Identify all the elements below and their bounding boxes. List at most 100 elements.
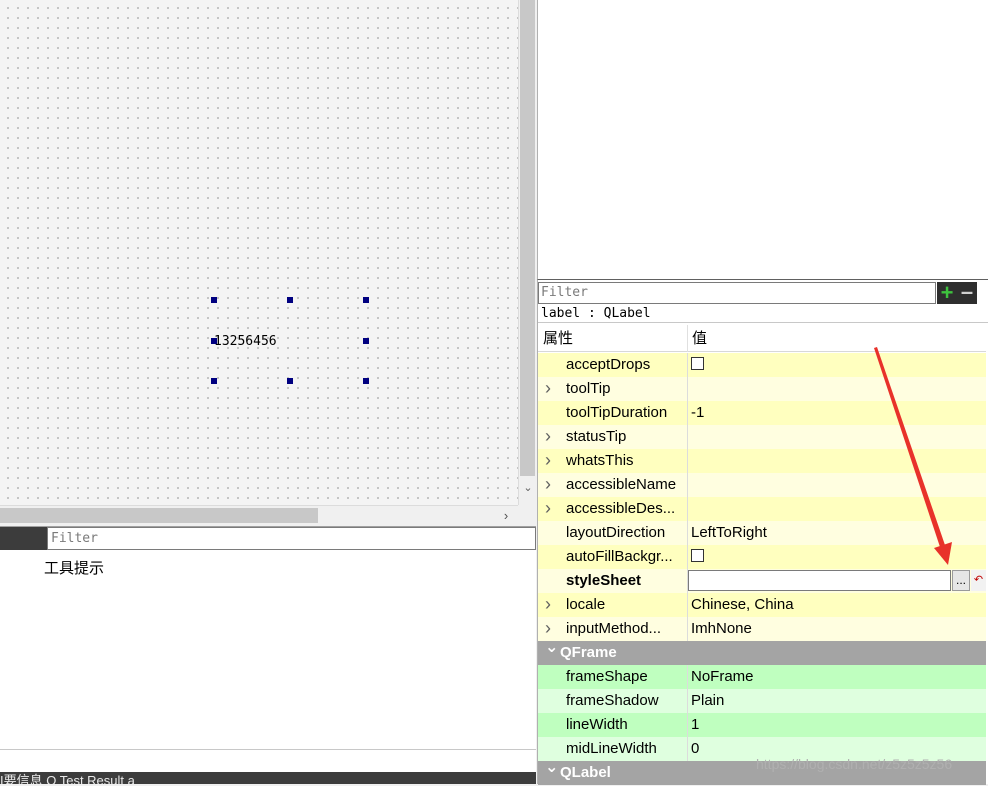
property-row[interactable]: › whatsThis [538,449,986,474]
remove-dynamic-property-icon[interactable]: – [957,281,977,304]
column-separator [687,473,688,497]
column-separator [687,665,688,689]
reset-property-icon[interactable]: ↶ [971,570,986,591]
chevron-down-icon[interactable]: ⌄ [545,760,558,776]
property-value[interactable]: 1 [691,713,699,736]
column-separator [687,401,688,425]
divider [0,749,536,750]
watermark: https://blog.csdn.net/z5z5z5z56 [756,756,953,772]
header-value[interactable]: 值 [692,325,707,352]
property-name: lineWidth [566,716,628,733]
column-separator [687,521,688,545]
object-class-label: label : QLabel [538,305,988,323]
property-name: toolTip [566,380,611,397]
column-separator [687,377,688,401]
selected-label-widget[interactable]: 13256456 [214,334,277,350]
chevron-right-icon[interactable]: › [545,497,551,520]
resize-handle-top[interactable] [287,297,293,303]
column-separator [687,737,688,761]
vertical-scroll-thumb[interactable] [520,0,535,476]
action-editor-panel: Filter 工具提示 [0,526,536,784]
scroll-down-arrow-icon[interactable]: ⌄ [519,481,537,503]
scroll-right-arrow-icon[interactable]: › [496,506,516,526]
scrollbar-corner [518,505,536,525]
property-filter-input[interactable]: Filter [538,282,936,304]
property-group-header[interactable]: ⌄ QFrame [538,640,986,666]
stylesheet-value-input[interactable] [688,570,951,591]
resize-handle-bottom-left[interactable] [211,378,217,384]
action-filter-input[interactable]: Filter [47,527,536,550]
property-value[interactable]: LeftToRight [691,521,767,544]
property-row[interactable]: › inputMethod... ImhNone [538,617,986,642]
chevron-right-icon[interactable]: › [545,377,551,400]
column-separator [687,713,688,737]
chevron-down-icon[interactable]: ⌄ [545,640,558,656]
property-row[interactable]: › statusTip [538,425,986,450]
group-name: QLabel [560,764,611,781]
property-name: accessibleName [566,476,677,493]
property-checkbox[interactable] [691,549,704,562]
property-row[interactable]: layoutDirection LeftToRight [538,521,986,546]
property-row[interactable]: frameShape NoFrame [538,665,986,690]
header-property[interactable]: 属性 [543,325,573,352]
property-value[interactable]: Chinese, China [691,593,794,616]
canvas-horizontal-scrollbar[interactable]: › [0,505,518,525]
property-name: toolTipDuration [566,404,668,421]
column-separator [687,617,688,641]
property-name: locale [566,596,606,613]
column-separator [687,497,688,521]
column-separator [687,689,688,713]
property-row[interactable]: toolTipDuration -1 [538,401,986,426]
property-checkbox[interactable] [691,357,704,370]
horizontal-scroll-thumb[interactable] [0,508,318,523]
property-name: frameShadow [566,692,659,709]
group-name: QFrame [560,644,617,661]
action-editor-toolbar [0,527,47,550]
property-editor-panel: Filter + – label : QLabel 属性 值 acceptDro… [537,279,988,786]
property-value[interactable]: 0 [691,737,699,760]
resize-handle-bottom[interactable] [287,378,293,384]
property-name: inputMethod... [566,620,662,637]
property-value[interactable]: -1 [691,401,704,424]
column-separator [687,449,688,473]
add-dynamic-property-icon[interactable]: + [937,282,957,304]
property-name: acceptDrops [566,356,651,373]
form-canvas[interactable]: 13256456 [0,0,518,505]
action-list-item[interactable]: 工具提示 [44,557,104,578]
resize-handle-bottom-right[interactable] [363,378,369,384]
property-name: styleSheet [566,572,642,589]
property-value[interactable]: Plain [691,689,724,712]
stylesheet-browse-button[interactable]: ... [952,570,970,591]
chevron-right-icon[interactable]: › [545,425,551,448]
object-inspector-panel [537,0,988,279]
property-row[interactable]: autoFillBackgr... [538,545,986,570]
property-row[interactable]: styleSheet... ↶ [538,569,986,594]
chevron-right-icon[interactable]: › [545,617,551,640]
resize-handle-top-left[interactable] [211,297,217,303]
resize-handle-right[interactable] [363,338,369,344]
property-row[interactable]: acceptDrops [538,353,986,378]
property-row[interactable]: › locale Chinese, China [538,593,986,618]
property-name: midLineWidth [566,740,657,757]
property-row[interactable]: › accessibleName [538,473,986,498]
property-value[interactable]: ImhNone [691,617,752,640]
column-separator [687,353,688,377]
property-value[interactable]: NoFrame [691,665,754,688]
chevron-right-icon[interactable]: › [545,449,551,472]
property-name: layoutDirection [566,524,666,541]
column-separator [687,545,688,569]
column-separator [687,593,688,617]
resize-handle-top-right[interactable] [363,297,369,303]
chevron-right-icon[interactable]: › [545,593,551,616]
header-separator [687,325,688,352]
property-name: frameShape [566,668,648,685]
property-row[interactable]: › toolTip [538,377,986,402]
chevron-right-icon[interactable]: › [545,473,551,496]
canvas-vertical-scrollbar[interactable]: ⌄ [518,0,536,505]
property-row[interactable]: lineWidth 1 [538,713,986,738]
property-name: whatsThis [566,452,634,469]
property-row[interactable]: › accessibleDes... [538,497,986,522]
column-separator [687,425,688,449]
property-row[interactable]: frameShadow Plain [538,689,986,714]
status-bar: I要信息 Q Test Result a [0,772,536,784]
